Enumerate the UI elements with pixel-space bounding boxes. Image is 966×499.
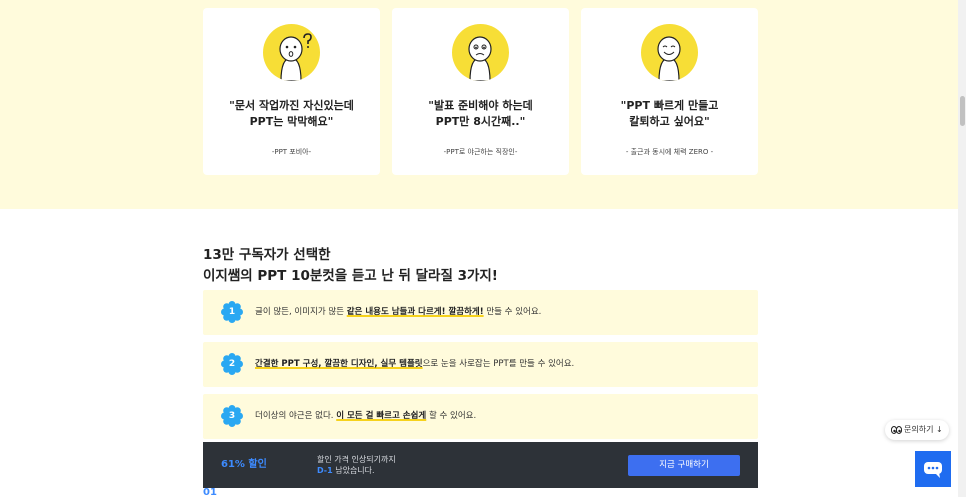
testimonial-card-2: "발표 준비해야 하는데 PPT만 8시간째.." -PPT로 야근하는 직장인… (392, 8, 569, 175)
testimonial-quote: "발표 준비해야 하는데 PPT만 8시간째.." (392, 98, 569, 130)
testimonial-quote: "문서 작업까진 자신있는데 PPT는 막막해요" (203, 98, 380, 130)
testimonial-quote: "PPT 빠르게 만들고 칼퇴하고 싶어요" (581, 98, 758, 130)
purchase-bar: 61% 할인 할인 가격 인상되기까지 D-1 남았습니다. 지금 구매하기 (203, 442, 758, 488)
benefit-text-plain: 글이 많든, 이미지가 많든 (255, 307, 347, 317)
buy-now-button[interactable]: 지금 구매하기 (628, 455, 740, 476)
quote-line: "발표 준비해야 하는데 (428, 99, 533, 112)
worried-face-icon (452, 24, 509, 81)
testimonial-author: - 출근과 동시에 체력 ZERO - (625, 148, 714, 156)
quote-line: 칼퇴하고 싶어요" (629, 115, 710, 128)
badge-number: 1 (228, 307, 236, 317)
inquiry-label: 문의하기 ↓ (904, 425, 943, 434)
section-heading: 13만 구독자가 선택한 이지쌤의 PPT 10분컷을 듣고 난 뒤 달라질 3… (203, 245, 498, 287)
scrollbar-track[interactable] (958, 0, 966, 497)
benefit-text-highlight: 간결한 PPT 구성, 깔끔한 디자인, 실무 템플릿 (255, 359, 423, 369)
benefit-text-highlight: 같은 내용도 남들과 다르게! 깔끔하게! (346, 307, 484, 317)
benefit-text: 간결한 PPT 구성, 깔끔한 디자인, 실무 템플릿으로 눈을 사로잡는 PP… (255, 342, 574, 387)
deadline-line: D-1 남았습니다. (317, 465, 396, 476)
dday-label: D-1 (317, 466, 333, 475)
testimonial-card-3: "PPT 빠르게 만들고 칼퇴하고 싶어요" - 출근과 동시에 체력 ZERO… (581, 8, 758, 175)
quote-line: "문서 작업까진 자신있는데 (229, 99, 354, 112)
benefit-text-highlight: 이 모든 걸 빠르고 손쉽게 (336, 411, 427, 421)
number-badge: 3 (221, 405, 243, 427)
heading-line: 이지쌤의 PPT 10분컷을 듣고 난 뒤 달라질 3가지! (203, 268, 498, 284)
testimonial-author: -PPT 포비아- (271, 148, 312, 156)
chat-bubble-icon (924, 462, 942, 478)
benefit-item-3: 3 더이상의 야근은 없다. 이 모든 걸 빠르고 손쉽게 할 수 있어요. (203, 394, 758, 439)
benefit-item-1: 1 글이 많든, 이미지가 많든 같은 내용도 남들과 다르게! 깔끔하게! 만… (203, 290, 758, 335)
benefit-text-plain: 할 수 있어요. (426, 411, 477, 421)
quote-line: PPT는 막막해요" (249, 115, 334, 128)
deadline-line: 할인 가격 인상되기까지 (317, 455, 396, 464)
number-badge: 2 (221, 353, 243, 375)
eyes-icon (891, 426, 902, 434)
inquiry-button[interactable]: 문의하기 ↓ (885, 420, 949, 440)
testimonial-card-1: "문서 작업까진 자신있는데 PPT는 막막해요" -PPT 포비아- (203, 8, 380, 175)
badge-number: 3 (228, 411, 236, 421)
benefit-text-plain: 만들 수 있어요. (483, 307, 542, 317)
badge-number: 2 (228, 359, 236, 369)
smiling-face-icon (641, 24, 698, 81)
benefit-text-plain: 더이상의 야근은 없다. (255, 411, 337, 421)
deadline-notice: 할인 가격 인상되기까지 D-1 남았습니다. (317, 454, 396, 476)
heading-line: 13만 구독자가 선택한 (203, 247, 331, 263)
discount-label: 61% 할인 (221, 459, 267, 470)
chat-button[interactable] (915, 451, 951, 487)
testimonial-author: -PPT로 야근하는 직장인- (443, 148, 518, 156)
benefit-text: 더이상의 야근은 없다. 이 모든 걸 빠르고 손쉽게 할 수 있어요. (255, 394, 476, 439)
deadline-rest: 남았습니다. (332, 466, 375, 475)
step-number: 01 (203, 487, 217, 498)
number-badge: 1 (221, 301, 243, 323)
quote-line: PPT만 8시간째.." (435, 115, 526, 128)
scrollbar-thumb[interactable] (960, 96, 965, 126)
confused-face-icon (263, 24, 320, 81)
benefit-item-2: 2 간결한 PPT 구성, 깔끔한 디자인, 실무 템플릿으로 눈을 사로잡는 … (203, 342, 758, 387)
benefit-text: 글이 많든, 이미지가 많든 같은 내용도 남들과 다르게! 깔끔하게! 만들 … (255, 290, 541, 335)
quote-line: "PPT 빠르게 만들고 (620, 99, 719, 112)
benefit-text-plain: 으로 눈을 사로잡는 PPT를 만들 수 있어요. (422, 359, 575, 369)
